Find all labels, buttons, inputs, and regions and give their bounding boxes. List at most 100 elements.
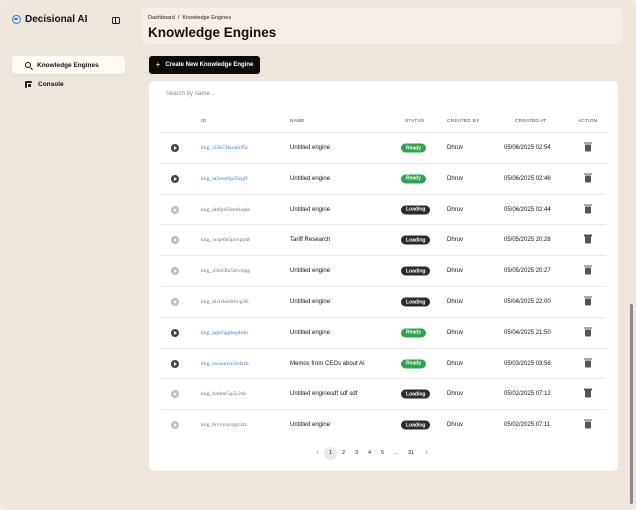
engine-id-link[interactable]: kng_ut5ewt6p35egff bbox=[201, 176, 248, 182]
pagination-page-31[interactable]: 31 bbox=[402, 447, 420, 460]
engine-name: Tariff Research bbox=[290, 237, 331, 244]
play-icon[interactable] bbox=[171, 390, 179, 399]
engine-id-link[interactable]: kng_kh3rkw6rhvg3fc bbox=[201, 299, 249, 305]
engine-name: Untitled engine bbox=[290, 175, 331, 182]
created-by: Dhruv bbox=[447, 145, 464, 151]
search-input[interactable] bbox=[166, 91, 366, 97]
status-badge: Ready bbox=[401, 174, 427, 184]
table-row[interactable]: kng_ewusniyn3rdxrb Memos from CEOs about … bbox=[160, 347, 606, 379]
delete-icon[interactable] bbox=[584, 296, 592, 306]
sidebar-toggle-icon[interactable] bbox=[112, 17, 120, 24]
breadcrumb-dashboard[interactable]: Dashboard bbox=[148, 15, 175, 21]
status-badge: Loading bbox=[401, 205, 431, 215]
delete-icon[interactable] bbox=[584, 388, 592, 398]
play-icon[interactable] bbox=[171, 421, 179, 430]
created-at: 05/03/2025 03:56 bbox=[504, 360, 551, 367]
engine-id-link[interactable]: kng_tiarbnr5g5c2zk bbox=[201, 391, 246, 397]
play-icon[interactable] bbox=[171, 236, 179, 245]
play-icon[interactable] bbox=[171, 144, 179, 152]
table-row[interactable]: kng_ut5ewt6p35egff Untitled engine Ready Dh… bbox=[160, 162, 606, 194]
status-badge: Ready bbox=[401, 143, 427, 153]
play-icon[interactable] bbox=[171, 205, 179, 214]
engine-id-link[interactable]: kng_pghi5gpbnjdrnh bbox=[201, 330, 248, 336]
created-at: 05/05/2025 20:28 bbox=[504, 237, 551, 244]
column-header-name: NAME bbox=[290, 119, 305, 124]
created-at: 05/04/2025 22:00 bbox=[504, 299, 551, 305]
delete-icon[interactable] bbox=[584, 358, 592, 368]
engine-id-link[interactable]: kng_i33k74bouhcf5c bbox=[201, 145, 249, 151]
column-header-id: ID bbox=[201, 119, 207, 124]
engine-id-link[interactable]: kng_43o63br5nvcnpg bbox=[201, 268, 250, 274]
play-icon[interactable] bbox=[171, 359, 179, 368]
delete-icon[interactable] bbox=[584, 234, 592, 244]
delete-icon[interactable] bbox=[584, 265, 592, 275]
create-button-label: Create New Knowledge Engine bbox=[165, 62, 254, 68]
engine-name: Memos from CEOs about AI bbox=[290, 360, 365, 367]
created-at: 05/05/2025 20:27 bbox=[504, 268, 551, 275]
table-row[interactable]: kng_i33k74bouhcf5c Untitled engine Ready Dh… bbox=[160, 132, 606, 163]
table-row[interactable]: kng_43o63br5nvcnpg Untitled engine Loading… bbox=[160, 255, 606, 286]
status-badge: Loading bbox=[401, 235, 431, 245]
created-by: Dhruv bbox=[447, 268, 464, 275]
sidebar-item-knowledge-engines[interactable]: Knowledge Engines bbox=[12, 56, 125, 74]
table-row[interactable]: kng_tiarbnr5g5c2zk Untitled enginesdf sdf… bbox=[160, 378, 606, 409]
pagination-ellipsis: ... bbox=[393, 450, 398, 456]
play-icon[interactable] bbox=[171, 298, 179, 306]
status-badge: Loading bbox=[401, 266, 431, 276]
table-row[interactable]: kng_ocqe6b5pnvgudf Tariff Research Loading… bbox=[160, 224, 606, 255]
sidebar-item-label: Console bbox=[38, 80, 64, 88]
play-icon[interactable] bbox=[171, 328, 179, 337]
created-at: 05/02/2025 07:12 bbox=[504, 391, 551, 398]
table-row[interactable]: kng_kh3rkw6rhvg3fc Untitled engine Loading… bbox=[160, 286, 606, 317]
create-knowledge-engine-button[interactable]: + Create New Knowledge Engine bbox=[149, 56, 260, 74]
play-icon[interactable] bbox=[171, 267, 179, 276]
created-at: 05/02/2025 07:11 bbox=[504, 422, 551, 429]
delete-icon[interactable] bbox=[584, 419, 592, 429]
pagination-page-3[interactable]: 3 bbox=[350, 447, 363, 460]
pagination-page-5[interactable]: 5 bbox=[376, 447, 389, 460]
engine-id-link[interactable]: kng_ocqe6b5pnvgudf bbox=[201, 237, 250, 243]
column-header-created-at: CREATED AT bbox=[515, 119, 547, 124]
column-header-status: STATUS bbox=[405, 119, 425, 124]
created-at: 05/06/2025 02:44 bbox=[504, 206, 551, 213]
status-badge: Ready bbox=[401, 328, 427, 338]
delete-icon[interactable] bbox=[584, 327, 592, 337]
engine-name: Untitled engine bbox=[290, 206, 331, 213]
brand[interactable]: Decisional AI bbox=[12, 14, 87, 25]
pagination-prev[interactable]: ‹ bbox=[311, 447, 324, 460]
delete-icon[interactable] bbox=[584, 142, 592, 152]
engine-id-link[interactable]: kng_ob0jo05tsnrhqda bbox=[201, 207, 250, 213]
brand-name: Decisional AI bbox=[25, 14, 88, 25]
pagination: ‹ 1 2 3 4 5 ... 31 › bbox=[311, 446, 433, 460]
table-row[interactable]: kng_brvyyuyzpjc2rc Untitled engine Loading… bbox=[160, 409, 606, 440]
created-by: Dhruv bbox=[447, 206, 464, 213]
engine-name: Untitled engine bbox=[290, 145, 331, 151]
created-by: Dhruv bbox=[447, 391, 464, 398]
engine-name: Untitled enginesdf sdf sdf bbox=[290, 391, 358, 398]
created-by: Dhruv bbox=[447, 299, 464, 305]
delete-icon[interactable] bbox=[584, 204, 592, 214]
sidebar-item-console[interactable]: Console bbox=[12, 75, 125, 93]
pagination-page-2[interactable]: 2 bbox=[337, 447, 350, 460]
created-by: Dhruv bbox=[447, 175, 464, 182]
app-window: Decisional AI Knowledge Engines Console … bbox=[0, 0, 636, 510]
created-by: Dhruv bbox=[447, 329, 464, 336]
engine-id-link[interactable]: kng_brvyyuyzpjc2rc bbox=[201, 422, 247, 428]
created-at: 05/04/2025 21:50 bbox=[504, 329, 551, 336]
pagination-page-4[interactable]: 4 bbox=[363, 447, 376, 460]
status-badge: Loading bbox=[401, 389, 431, 399]
table-row[interactable]: kng_pghi5gpbnjdrnh Untitled engine Ready Dh… bbox=[160, 316, 606, 348]
scrollbar[interactable] bbox=[630, 304, 633, 504]
table-row[interactable]: kng_ob0jo05tsnrhqda Untitled engine Loadin… bbox=[160, 193, 606, 225]
pagination-next[interactable]: › bbox=[420, 447, 433, 460]
delete-icon[interactable] bbox=[584, 173, 592, 183]
created-by: Dhruv bbox=[447, 360, 464, 367]
created-by: Dhruv bbox=[447, 237, 464, 244]
search-icon bbox=[25, 62, 31, 68]
page-title: Knowledge Engines bbox=[148, 25, 277, 40]
column-header-action: ACTION bbox=[578, 119, 598, 124]
play-icon[interactable] bbox=[171, 174, 179, 183]
engine-name: Untitled engine bbox=[290, 422, 331, 429]
pagination-page-1[interactable]: 1 bbox=[324, 446, 337, 460]
engine-id-link[interactable]: kng_ewusniyn3rdxrb bbox=[201, 361, 249, 367]
